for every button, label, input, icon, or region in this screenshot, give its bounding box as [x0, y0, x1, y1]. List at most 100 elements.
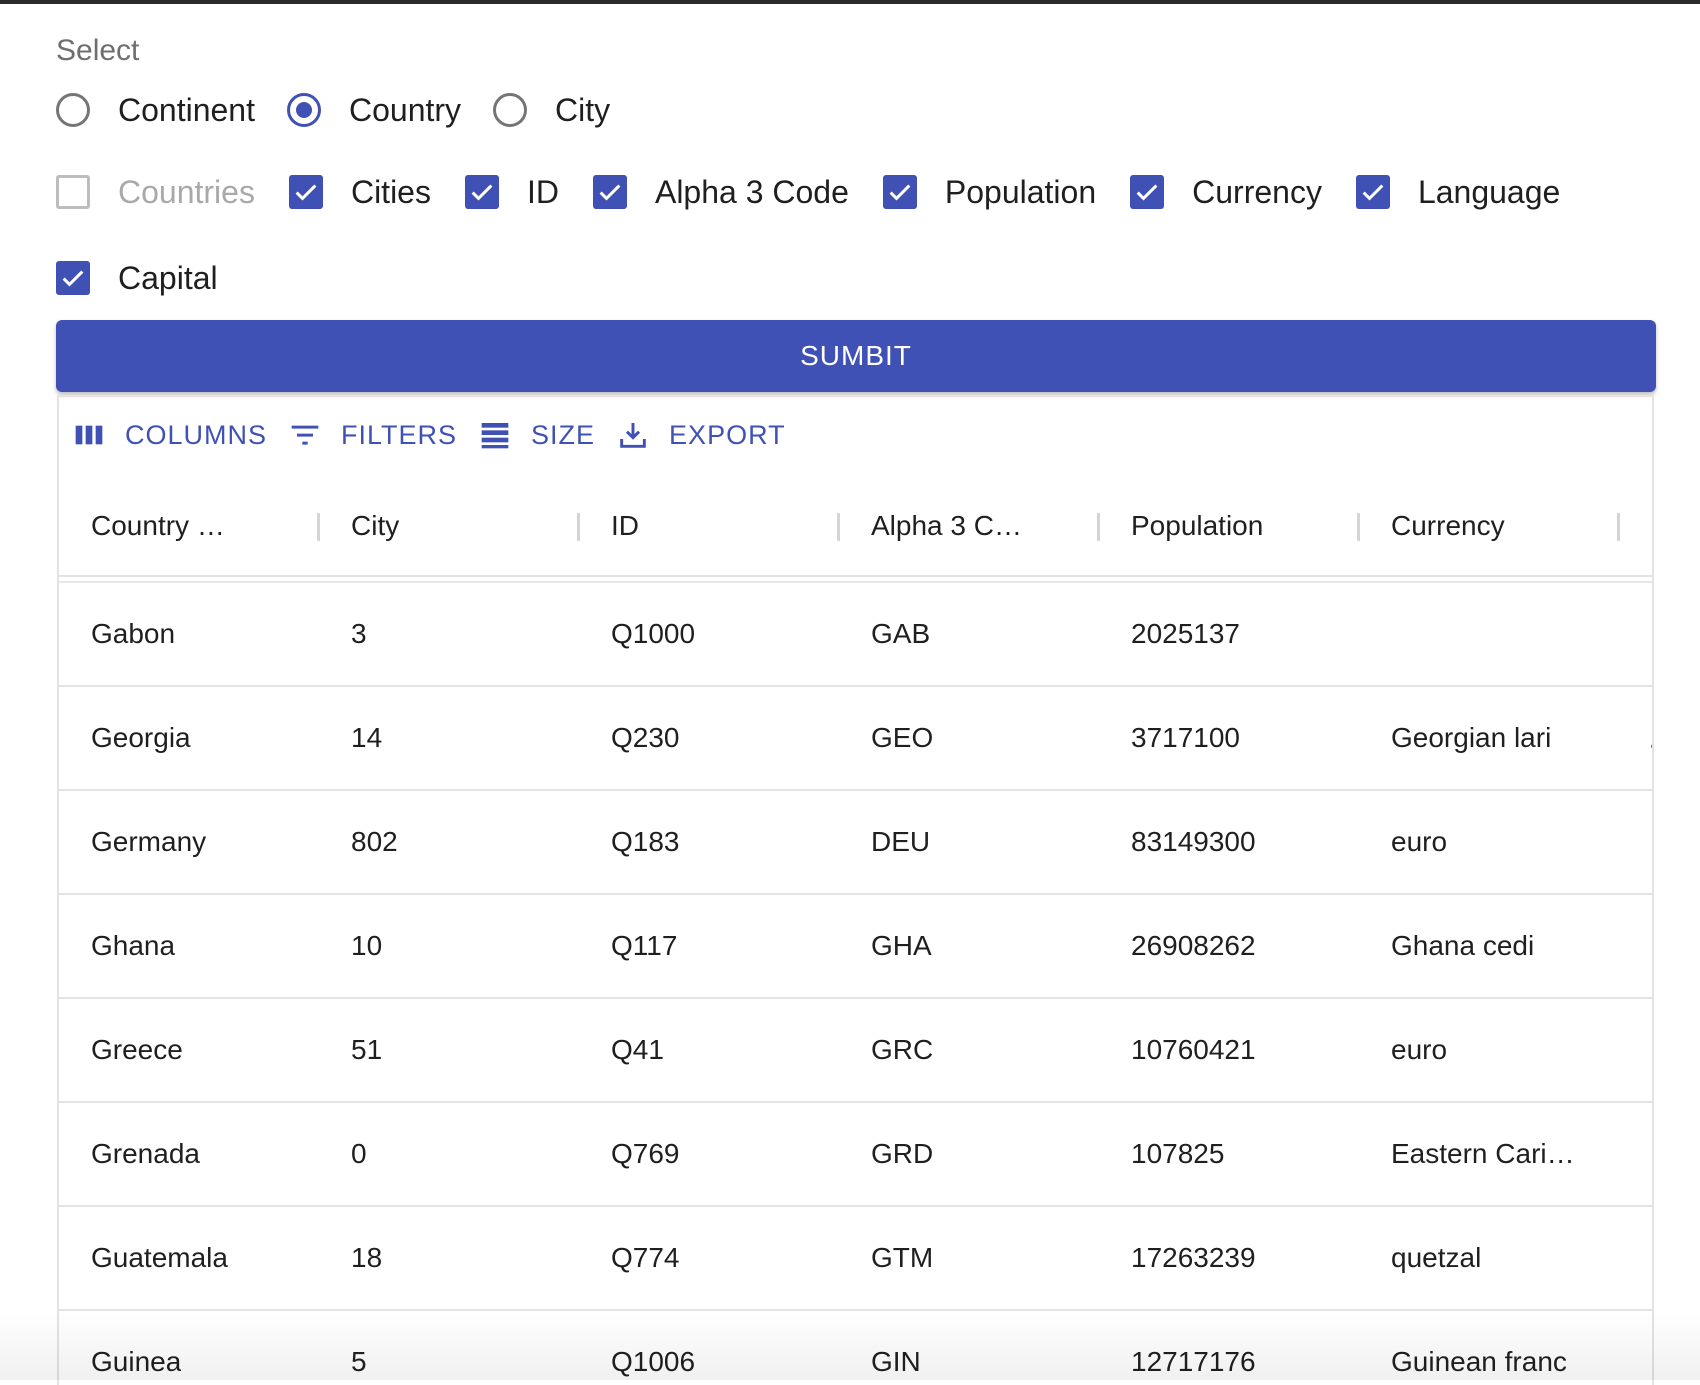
cell-country: Germany [91, 826, 207, 857]
cell-currency: Georgian lari [1391, 722, 1552, 753]
column-separator[interactable] [837, 513, 840, 541]
radio-country-circle[interactable] [286, 93, 321, 127]
grid-toolbar: COLUMNS FILTERS SIZE EXPORT [73, 415, 808, 455]
cell-population: 3717100 [1131, 722, 1241, 753]
cell-city: 0 [351, 1138, 367, 1169]
cell-id: Q1000 [611, 618, 696, 649]
checkmark-icon [889, 184, 911, 201]
checkbox-countries[interactable]: Countries [56, 174, 255, 211]
checkbox-alpha3[interactable]: Alpha 3 Code [592, 174, 849, 211]
cell-currency: Eastern Cari… [1391, 1138, 1575, 1169]
table-row[interactable]: Ghana 10 Q117 GHA 26908262 Ghana cedi I [59, 895, 1652, 999]
checkbox-currency-box[interactable] [1130, 175, 1165, 209]
cell-country: Greece [91, 1034, 183, 1065]
column-separator[interactable] [1357, 513, 1360, 541]
checkbox-cities-box[interactable] [288, 175, 323, 209]
header-currency[interactable]: Currency [1391, 477, 1505, 575]
cell-city: 3 [351, 618, 367, 649]
cell-city: 802 [351, 826, 398, 857]
radio-continent[interactable]: Continent [56, 92, 255, 129]
select-radio-group: Continent Country City [56, 86, 642, 134]
radio-city-circle[interactable] [493, 93, 528, 127]
cell-id: Q774 [611, 1242, 680, 1273]
radio-continent-circle[interactable] [56, 93, 90, 127]
submit-button[interactable]: SUMBIT [56, 320, 1656, 392]
column-separator[interactable] [1097, 513, 1100, 541]
radio-country-label: Country [348, 91, 462, 128]
field-checkbox-row-2: Capital [56, 253, 252, 303]
table-row[interactable]: Greece 51 Q41 GRC 10760421 euro ( [59, 999, 1652, 1103]
header-id[interactable]: ID [611, 477, 639, 575]
checkbox-language-box[interactable] [1355, 175, 1390, 209]
cell-population: 10760421 [1131, 1034, 1256, 1065]
cell-city: 10 [351, 930, 383, 961]
cell-id: Q1006 [611, 1346, 696, 1377]
checkbox-language[interactable]: Language [1355, 174, 1560, 211]
checkbox-id-box[interactable] [464, 175, 499, 209]
cell-country: Grenada [91, 1138, 200, 1169]
checkbox-capital-box[interactable] [56, 261, 90, 295]
checkbox-id[interactable]: ID [464, 173, 559, 211]
checkmark-icon [599, 184, 621, 201]
grid-header-row: Country … City ID Alpha 3 C… Population … [59, 477, 1652, 577]
checkbox-capital[interactable]: Capital [56, 260, 218, 297]
table-row[interactable]: Georgia 14 Q230 GEO 3717100 Georgian lar… [59, 687, 1652, 791]
column-separator[interactable] [1617, 513, 1620, 541]
filters-button-label: FILTERS [341, 419, 458, 450]
column-separator[interactable] [577, 513, 580, 541]
cell-alpha3: GIN [871, 1346, 921, 1377]
column-separator[interactable] [317, 513, 320, 541]
radio-city[interactable]: City [493, 92, 610, 129]
cell-clipped: I [1651, 583, 1652, 685]
cell-alpha3: GRD [871, 1138, 934, 1169]
window-top-border [0, 0, 1700, 4]
checkbox-population[interactable]: Population [882, 173, 1097, 211]
table-row[interactable]: Guatemala 18 Q774 GTM 17263239 quetzal S [59, 1207, 1652, 1311]
header-city[interactable]: City [351, 477, 399, 575]
columns-icon [75, 425, 103, 445]
size-button[interactable]: SIZE [479, 419, 595, 451]
cell-currency: Guinean franc [1391, 1346, 1567, 1377]
filters-button[interactable]: FILTERS [289, 419, 457, 451]
cell-alpha3: DEU [871, 826, 931, 857]
columns-button[interactable]: COLUMNS [73, 419, 267, 451]
cell-population: 12717176 [1131, 1346, 1256, 1377]
checkmark-icon [295, 184, 317, 201]
cell-currency: euro [1391, 826, 1448, 857]
radio-country[interactable]: Country [286, 91, 462, 129]
table-row[interactable]: Grenada 0 Q769 GRD 107825 Eastern Cari… … [59, 1103, 1652, 1207]
cell-id: Q769 [611, 1138, 680, 1169]
header-country[interactable]: Country … [91, 477, 225, 575]
checkbox-cities[interactable]: Cities [288, 173, 431, 211]
cell-alpha3: GTM [871, 1242, 934, 1273]
export-button-label: EXPORT [669, 419, 786, 450]
checkbox-currency[interactable]: Currency [1130, 174, 1322, 211]
checkbox-population-box[interactable] [882, 175, 917, 209]
cell-city: 14 [351, 722, 383, 753]
cell-population: 17263239 [1131, 1242, 1256, 1273]
table-row[interactable]: Gabon 3 Q1000 GAB 2025137 I [59, 583, 1652, 687]
checkmark-icon [1136, 184, 1158, 201]
checkbox-alpha3-box[interactable] [592, 175, 627, 209]
checkmark-icon [1362, 184, 1384, 201]
cell-alpha3: GRC [871, 1034, 934, 1065]
cell-population: 83149300 [1131, 826, 1256, 857]
density-icon [481, 423, 509, 449]
select-group-label: Select [56, 34, 140, 67]
field-checkbox-row: Countries Cities ID Alpha 3 Code Populat… [56, 167, 1594, 217]
checkbox-id-label: ID [526, 173, 559, 210]
cell-currency: euro [1391, 1034, 1448, 1065]
size-button-label: SIZE [531, 419, 596, 450]
header-alpha3[interactable]: Alpha 3 C… [871, 477, 1022, 575]
cell-city: 5 [351, 1346, 367, 1377]
export-button[interactable]: EXPORT [617, 419, 786, 451]
table-row[interactable]: Germany 802 Q183 DEU 83149300 euro ( [59, 791, 1652, 895]
cell-alpha3: GAB [871, 618, 931, 649]
cell-population: 26908262 [1131, 930, 1256, 961]
header-population[interactable]: Population [1131, 477, 1263, 575]
checkbox-countries-box[interactable] [56, 175, 90, 209]
cell-currency: Ghana cedi [1391, 930, 1535, 961]
checkbox-cities-label: Cities [350, 173, 431, 210]
checkbox-population-label: Population [944, 173, 1097, 210]
table-row[interactable]: Guinea 5 Q1006 GIN 12717176 Guinean fran… [59, 1311, 1652, 1385]
